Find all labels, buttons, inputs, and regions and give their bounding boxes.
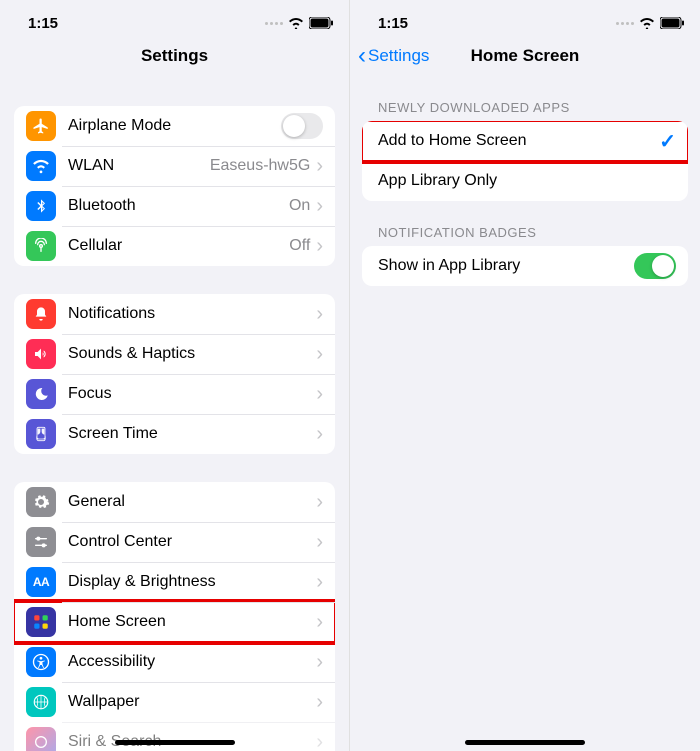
sounds-label: Sounds & Haptics (68, 345, 316, 363)
row-focus[interactable]: Focus › (14, 374, 335, 414)
chevron-right-icon: › (316, 236, 323, 256)
group-newly-downloaded: Add to Home Screen ✓ App Library Only (362, 121, 688, 201)
siri-icon (26, 727, 56, 751)
chevron-right-icon: › (316, 572, 323, 592)
group-notification-badges: Show in App Library (362, 246, 688, 286)
chevron-right-icon: › (316, 652, 323, 672)
phone-right: 1:15 ‹ Settings Home Screen Newly Downlo… (350, 0, 700, 751)
screentime-icon (26, 419, 56, 449)
cellular-label: Cellular (68, 237, 289, 255)
row-notifications[interactable]: Notifications › (14, 294, 335, 334)
general-label: General (68, 493, 316, 511)
group-notifications: Notifications › Sounds & Haptics › Focus… (14, 294, 335, 454)
chevron-right-icon: › (316, 344, 323, 364)
wifi-icon (639, 17, 655, 29)
row-siri[interactable]: Siri & Search › (14, 722, 335, 751)
battery-icon (309, 17, 333, 29)
show-applib-label: Show in App Library (378, 257, 634, 275)
airplane-toggle[interactable] (281, 113, 323, 139)
group-general: General › Control Center › AA Display & … (14, 482, 335, 751)
row-wlan[interactable]: WLAN Easeus-hw5G › (14, 146, 335, 186)
display-label: Display & Brightness (68, 573, 316, 591)
notifications-icon (26, 299, 56, 329)
wallpaper-icon (26, 687, 56, 717)
row-general[interactable]: General › (14, 482, 335, 522)
cellular-icon (26, 231, 56, 261)
display-icon: AA (26, 567, 56, 597)
wifi-settings-icon (26, 151, 56, 181)
status-time: 1:15 (28, 15, 58, 32)
chevron-right-icon: › (316, 492, 323, 512)
row-cellular[interactable]: Cellular Off › (14, 226, 335, 266)
chevron-right-icon: › (316, 732, 323, 751)
accessibility-label: Accessibility (68, 653, 316, 671)
row-bluetooth[interactable]: Bluetooth On › (14, 186, 335, 226)
row-applibrary-only[interactable]: App Library Only (362, 161, 688, 201)
section-newly-downloaded: Newly Downloaded Apps (378, 100, 672, 115)
bluetooth-icon (26, 191, 56, 221)
focus-label: Focus (68, 385, 316, 403)
chevron-right-icon: › (316, 156, 323, 176)
chevron-right-icon: › (316, 532, 323, 552)
status-indicators (616, 17, 684, 29)
chevron-right-icon: › (316, 384, 323, 404)
applibrary-only-label: App Library Only (378, 172, 676, 190)
screentime-label: Screen Time (68, 425, 316, 443)
row-wallpaper[interactable]: Wallpaper › (14, 682, 335, 722)
status-bar: 1:15 (0, 0, 349, 40)
row-homescreen[interactable]: Home Screen › (14, 602, 335, 642)
chevron-right-icon: › (316, 424, 323, 444)
page-title: Settings (0, 46, 349, 66)
check-icon: ✓ (659, 129, 676, 154)
focus-icon (26, 379, 56, 409)
row-sounds[interactable]: Sounds & Haptics › (14, 334, 335, 374)
status-bar: 1:15 (350, 0, 700, 40)
airplane-icon (26, 111, 56, 141)
row-display[interactable]: AA Display & Brightness › (14, 562, 335, 602)
home-indicator[interactable] (465, 740, 585, 745)
show-applib-toggle[interactable] (634, 253, 676, 279)
homescreen-label: Home Screen (68, 613, 316, 631)
row-controlcenter[interactable]: Control Center › (14, 522, 335, 562)
chevron-left-icon: ‹ (358, 44, 366, 68)
homescreen-icon (26, 607, 56, 637)
wallpaper-label: Wallpaper (68, 693, 316, 711)
accessibility-icon (26, 647, 56, 677)
back-label: Settings (368, 46, 429, 66)
add-to-home-label: Add to Home Screen (378, 132, 659, 150)
notifications-label: Notifications (68, 305, 316, 323)
bluetooth-value: On (289, 197, 310, 215)
section-notification-badges: Notification Badges (378, 225, 672, 240)
row-add-to-home[interactable]: Add to Home Screen ✓ (362, 121, 688, 161)
chevron-right-icon: › (316, 196, 323, 216)
sounds-icon (26, 339, 56, 369)
row-screentime[interactable]: Screen Time › (14, 414, 335, 454)
row-accessibility[interactable]: Accessibility › (14, 642, 335, 682)
settings-header: Settings (0, 40, 349, 76)
status-time: 1:15 (378, 15, 408, 32)
airplane-label: Airplane Mode (68, 117, 281, 135)
status-indicators (265, 17, 333, 29)
controlcenter-icon (26, 527, 56, 557)
cellular-value: Off (289, 237, 310, 255)
controlcenter-label: Control Center (68, 533, 316, 551)
wlan-value: Easeus-hw5G (210, 157, 311, 175)
row-show-in-applibrary[interactable]: Show in App Library (362, 246, 688, 286)
homescreen-header: ‹ Settings Home Screen (350, 40, 700, 76)
home-indicator[interactable] (115, 740, 235, 745)
chevron-right-icon: › (316, 304, 323, 324)
wlan-label: WLAN (68, 157, 210, 175)
chevron-right-icon: › (316, 612, 323, 632)
group-connectivity: Airplane Mode WLAN Easeus-hw5G › Bluetoo… (14, 106, 335, 266)
bluetooth-label: Bluetooth (68, 197, 289, 215)
wifi-icon (288, 17, 304, 29)
phone-left: 1:15 Settings Airplane Mode WLAN Easeus-… (0, 0, 350, 751)
chevron-right-icon: › (316, 692, 323, 712)
back-button[interactable]: ‹ Settings (358, 44, 429, 68)
row-airplane-mode[interactable]: Airplane Mode (14, 106, 335, 146)
battery-icon (660, 17, 684, 29)
gear-icon (26, 487, 56, 517)
